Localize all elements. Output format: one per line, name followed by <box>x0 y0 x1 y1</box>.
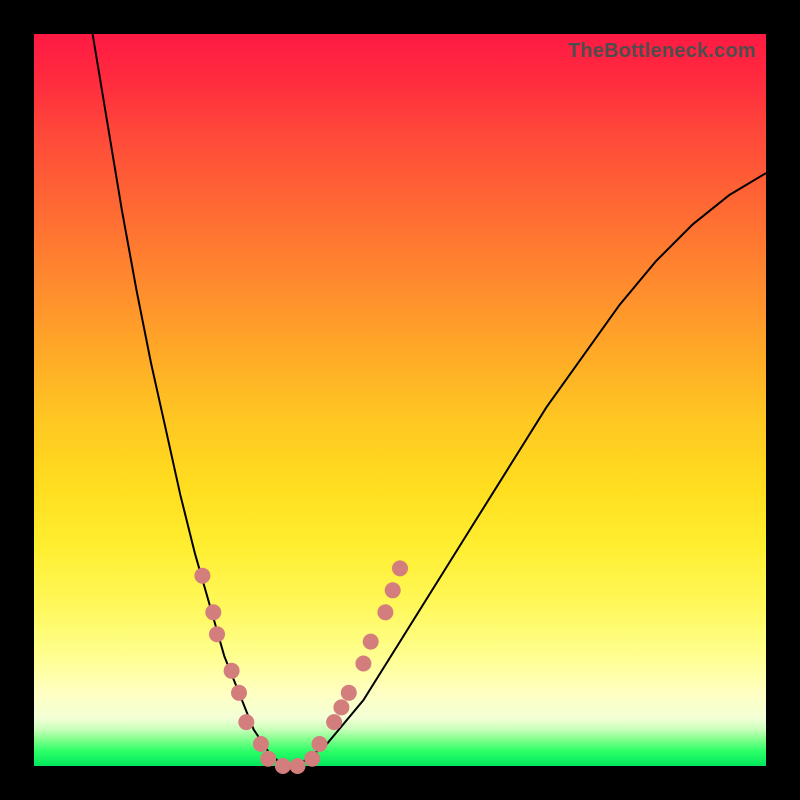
highlight-dots <box>194 560 408 774</box>
highlight-dot <box>377 604 393 620</box>
highlight-dot <box>326 714 342 730</box>
curve-svg <box>34 34 766 766</box>
chart-frame: TheBottleneck.com <box>0 0 800 800</box>
highlight-dot <box>231 685 247 701</box>
highlight-dot <box>224 663 240 679</box>
highlight-dot <box>312 736 328 752</box>
highlight-dot <box>253 736 269 752</box>
highlight-dot <box>341 685 357 701</box>
highlight-dot <box>260 751 276 767</box>
bottleneck-curve <box>93 34 766 766</box>
highlight-dot <box>275 758 291 774</box>
highlight-dot <box>205 604 221 620</box>
highlight-dot <box>238 714 254 730</box>
highlight-dot <box>333 699 349 715</box>
highlight-dot <box>385 582 401 598</box>
plot-area: TheBottleneck.com <box>34 34 766 766</box>
highlight-dot <box>355 656 371 672</box>
highlight-dot <box>209 626 225 642</box>
highlight-dot <box>304 751 320 767</box>
highlight-dot <box>194 568 210 584</box>
highlight-dot <box>363 634 379 650</box>
highlight-dot <box>290 758 306 774</box>
highlight-dot <box>392 560 408 576</box>
